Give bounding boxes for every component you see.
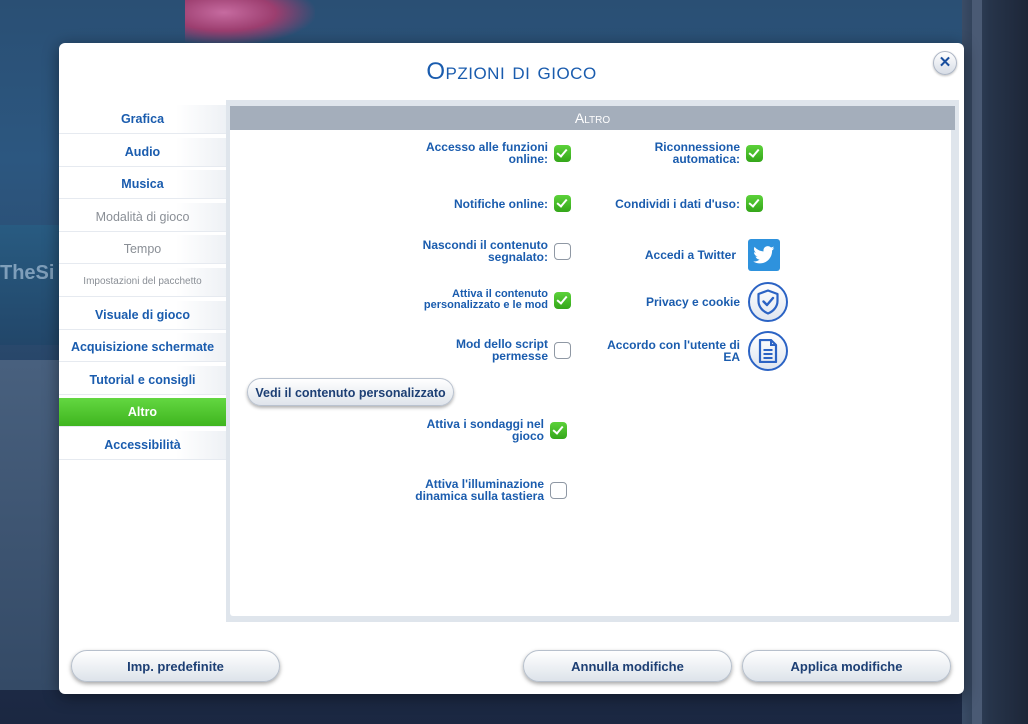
- option-script-mods: Mod dello script permesse: [438, 338, 571, 362]
- online-access-checkbox[interactable]: [554, 144, 571, 162]
- option-online-notifications: Notifiche online:: [408, 195, 571, 212]
- option-share-usage-data: Condividi i dati d'uso:: [580, 195, 763, 212]
- section-header: Altro: [230, 106, 955, 130]
- option-label: Attiva l'illuminazione dinamica sulla ta…: [415, 477, 544, 503]
- sidebar-item-tempo: Tempo: [59, 235, 226, 265]
- sidebar-item-accessibilita[interactable]: Accessibilità: [59, 430, 226, 460]
- privacy-button[interactable]: [748, 282, 788, 322]
- keyboard-lighting-checkbox[interactable]: [550, 481, 567, 499]
- document-icon: [758, 339, 778, 363]
- content-panel: Altro Accesso alle funzioni online: Noti…: [226, 100, 959, 622]
- option-label: Notifiche online:: [454, 196, 548, 211]
- hide-reported-content-checkbox[interactable]: [554, 242, 571, 260]
- sidebar-item-altro[interactable]: Altro: [59, 398, 226, 428]
- option-label: Attiva i sondaggi nel gioco: [426, 417, 544, 443]
- sidebar-item-acquisizione-schermate[interactable]: Acquisizione schermate: [59, 333, 226, 363]
- twitter-icon: [753, 246, 775, 264]
- dialog-title: Opzioni di gioco: [426, 58, 597, 85]
- sidebar-item-musica[interactable]: Musica: [59, 170, 226, 200]
- sidebar-item-modalita-di-gioco: Modalità di gioco: [59, 202, 226, 232]
- online-notifications-checkbox[interactable]: [554, 195, 571, 212]
- option-label: Mod dello script permesse: [455, 337, 548, 363]
- background-decoration: [0, 360, 60, 690]
- sidebar-item-grafica[interactable]: Grafica: [59, 105, 226, 134]
- option-online-access: Accesso alle funzioni online:: [408, 141, 571, 165]
- option-label: Riconnessione automatica:: [654, 140, 740, 166]
- script-mods-checkbox[interactable]: [554, 341, 571, 359]
- apply-changes-button[interactable]: Applica modifiche: [742, 650, 951, 682]
- option-label: Nascondi il contenuto segnalato:: [422, 238, 548, 264]
- cancel-changes-button[interactable]: Annulla modifiche: [523, 650, 732, 682]
- option-keyboard-lighting: Attiva l'illuminazione dinamica sulla ta…: [394, 478, 567, 502]
- option-hide-reported-content: Nascondi il contenuto segnalato:: [408, 239, 571, 263]
- defaults-button[interactable]: Imp. predefinite: [71, 650, 280, 682]
- view-custom-content-button[interactable]: Vedi il contenuto personalizzato: [247, 378, 454, 406]
- background-right-panel: [962, 0, 1028, 724]
- custom-content-checkbox[interactable]: [554, 291, 571, 309]
- ea-agreement-link-label[interactable]: Accordo con l'utente di EA: [600, 339, 740, 363]
- option-custom-content: Attiva il contenuto personalizzato e le …: [408, 289, 571, 311]
- close-button[interactable]: ✕: [933, 51, 957, 75]
- options-dialog: Opzioni di gioco ✕ Grafica Audio Musica …: [59, 43, 964, 694]
- twitter-link-label[interactable]: Accedi a Twitter: [596, 249, 736, 261]
- content-area: Altro Accesso alle funzioni online: Noti…: [230, 106, 955, 616]
- sidebar-item-visuale-di-gioco[interactable]: Visuale di gioco: [59, 300, 226, 330]
- sidebar-item-impostazioni-pacchetto: Impostazioni del pacchetto: [59, 267, 226, 297]
- ea-agreement-button[interactable]: [748, 331, 788, 371]
- share-usage-data-checkbox[interactable]: [746, 195, 763, 212]
- close-icon: ✕: [938, 54, 952, 71]
- privacy-link-row: Privacy e cookie: [600, 282, 788, 322]
- background-character: [185, 0, 315, 45]
- twitter-button[interactable]: [748, 239, 780, 271]
- twitter-link-row: Accedi a Twitter: [596, 239, 780, 271]
- shield-check-icon: [757, 289, 779, 315]
- option-auto-reconnect: Riconnessione automatica:: [630, 141, 763, 165]
- auto-reconnect-checkbox[interactable]: [746, 144, 763, 162]
- option-game-surveys: Attiva i sondaggi nel gioco: [414, 418, 567, 442]
- ea-agreement-link-row: Accordo con l'utente di EA: [600, 331, 788, 371]
- option-label: Accesso alle funzioni online:: [425, 140, 548, 166]
- privacy-link-label[interactable]: Privacy e cookie: [600, 296, 740, 308]
- sidebar-item-audio[interactable]: Audio: [59, 137, 226, 167]
- options-sidebar: Grafica Audio Musica Modalità di gioco T…: [59, 105, 226, 464]
- game-surveys-checkbox[interactable]: [550, 421, 567, 439]
- option-label: Attiva il contenuto personalizzato e le …: [423, 288, 548, 311]
- background-brand-text: TheSi: [0, 262, 55, 284]
- sidebar-item-tutorial-consigli[interactable]: Tutorial e consigli: [59, 365, 226, 395]
- option-label: Condividi i dati d'uso:: [615, 196, 740, 211]
